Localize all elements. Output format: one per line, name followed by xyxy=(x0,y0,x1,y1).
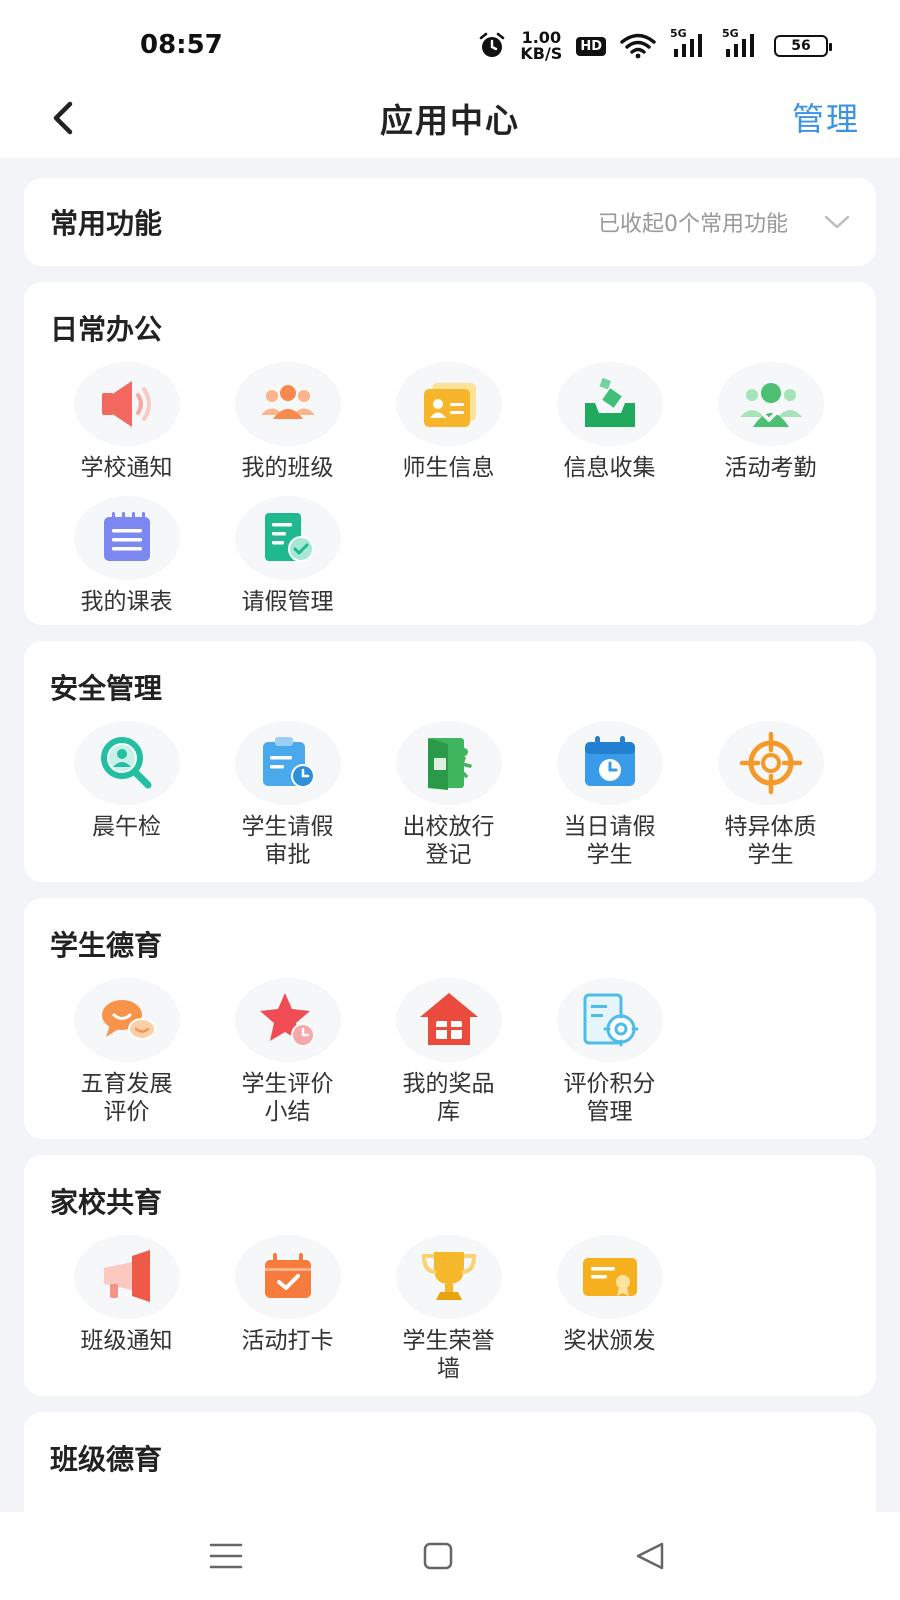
content-area[interactable]: 常用功能 已收起0个常用功能 日常办公 学校通知 我的班级 师生信息 信息收集 … xyxy=(24,178,876,1512)
app-my-prize-library[interactable]: 我的奖品 库 xyxy=(368,978,529,1126)
school-exit-icon xyxy=(427,738,472,790)
app-award-certificate[interactable]: 奖状颁发 xyxy=(529,1235,690,1383)
clipboard-clock-icon xyxy=(262,737,315,788)
app-label: 活动打卡 xyxy=(241,1328,334,1354)
page-title: 应用中心 xyxy=(380,101,520,140)
manage-button[interactable]: 管理 xyxy=(792,94,860,140)
app-label: 当日请假 学生 xyxy=(563,814,656,868)
favorites-card[interactable]: 常用功能 已收起0个常用功能 xyxy=(24,178,876,266)
favorites-title: 常用功能 xyxy=(50,207,163,240)
app-exit-registration[interactable]: 出校放行 登记 xyxy=(368,721,529,869)
leave-doc-icon xyxy=(264,513,314,562)
app-info-collect[interactable]: 信息收集 xyxy=(529,362,690,482)
wifi-icon xyxy=(620,33,656,59)
section-title: 学生德育 xyxy=(50,929,163,962)
app-label: 我的奖品 库 xyxy=(402,1071,495,1125)
section-safety-management: 安全管理 晨午检 学生请假 审批 出校放行 登记 当日请假 学生 特异体质 学生 xyxy=(24,641,876,882)
alarm-icon xyxy=(478,32,506,60)
menu-button[interactable] xyxy=(208,1538,248,1574)
section-home-school: 家校共育 班级通知 活动打卡 学生荣誉 墙 奖状颁发 xyxy=(24,1155,876,1396)
app-label: 特异体质 学生 xyxy=(724,814,817,868)
app-label: 我的课表 xyxy=(80,589,173,615)
app-label: 我的班级 xyxy=(241,455,334,481)
section-title: 安全管理 xyxy=(50,672,163,705)
attendance-icon xyxy=(739,383,802,427)
section-class-moral: 班级德育 xyxy=(24,1412,876,1512)
group-icon xyxy=(260,385,315,419)
app-activity-attendance[interactable]: 活动考勤 xyxy=(690,362,851,482)
app-label: 五育发展 评价 xyxy=(80,1071,173,1125)
app-label: 评价积分 管理 xyxy=(563,1071,656,1125)
home-square-icon xyxy=(423,1542,453,1570)
app-label: 晨午检 xyxy=(92,814,161,840)
id-card-icon xyxy=(423,383,476,427)
gift-house-icon xyxy=(419,993,478,1045)
chat-bubbles-icon xyxy=(101,1000,156,1040)
trophy-icon xyxy=(421,1252,476,1300)
app-label: 学生评价 小结 xyxy=(241,1071,334,1125)
app-leave-management[interactable]: 请假管理 xyxy=(207,496,368,616)
certificate-icon xyxy=(582,1258,637,1296)
app-my-timetable[interactable]: 我的课表 xyxy=(46,496,207,616)
app-label: 出校放行 登记 xyxy=(402,814,495,868)
app-label: 信息收集 xyxy=(563,455,656,481)
app-label: 请假管理 xyxy=(241,589,334,615)
app-label: 学校通知 xyxy=(80,455,173,481)
app-label: 奖状颁发 xyxy=(563,1328,656,1354)
net-label-1: 5G xyxy=(670,27,687,40)
app-student-leave-approval[interactable]: 学生请假 审批 xyxy=(207,721,368,869)
favorites-hint: 已收起0个常用功能 xyxy=(598,212,788,237)
app-special-constitution[interactable]: 特异体质 学生 xyxy=(690,721,851,869)
app-label: 师生信息 xyxy=(402,455,495,481)
app-label: 学生请假 审批 xyxy=(241,814,334,868)
app-label: 活动考勤 xyxy=(724,455,817,481)
hd-badge: HD xyxy=(576,36,606,56)
app-five-education-eval[interactable]: 五育发展 评价 xyxy=(46,978,207,1126)
gear-doc-icon xyxy=(583,993,638,1047)
net-label-2: 5G xyxy=(722,27,739,40)
menu-icon xyxy=(209,1543,243,1569)
section-title: 家校共育 xyxy=(50,1186,163,1219)
section-title: 班级德育 xyxy=(50,1443,163,1476)
speaker-icon xyxy=(101,381,151,427)
megaphone-icon xyxy=(103,1250,150,1302)
calendar-check-icon xyxy=(264,1253,311,1298)
section-title: 日常办公 xyxy=(50,313,163,346)
battery-indicator: 56 xyxy=(774,35,832,57)
magnifier-user-icon xyxy=(100,737,151,789)
network-speed: 1.00 KB/S xyxy=(520,30,562,62)
app-teacher-student-info[interactable]: 师生信息 xyxy=(368,362,529,482)
app-label: 学生荣誉 墙 xyxy=(402,1328,495,1382)
app-today-leave-students[interactable]: 当日请假 学生 xyxy=(529,721,690,869)
app-morning-check[interactable]: 晨午检 xyxy=(46,721,207,869)
nav-bar: 应用中心 管理 xyxy=(0,80,900,158)
app-label: 班级通知 xyxy=(80,1328,173,1354)
system-nav-bar xyxy=(0,1512,900,1600)
section-daily-office: 日常办公 学校通知 我的班级 师生信息 信息收集 活动考勤 我的课表 请假管理 xyxy=(24,282,876,625)
signal-5g-icon-1: 5G xyxy=(670,27,708,59)
app-eval-points-management[interactable]: 评价积分 管理 xyxy=(529,978,690,1126)
app-school-notice[interactable]: 学校通知 xyxy=(46,362,207,482)
status-time: 08:57 xyxy=(140,30,223,60)
triangle-back-icon xyxy=(636,1542,664,1570)
chevron-down-icon[interactable] xyxy=(824,214,850,230)
target-icon xyxy=(739,731,802,795)
app-activity-checkin[interactable]: 活动打卡 xyxy=(207,1235,368,1383)
collect-box-icon xyxy=(584,377,635,427)
signal-5g-icon-2: 5G xyxy=(722,27,760,59)
app-honor-wall[interactable]: 学生荣誉 墙 xyxy=(368,1235,529,1383)
app-student-eval-summary[interactable]: 学生评价 小结 xyxy=(207,978,368,1126)
app-class-notice[interactable]: 班级通知 xyxy=(46,1235,207,1383)
star-clock-icon xyxy=(259,993,315,1047)
app-my-class[interactable]: 我的班级 xyxy=(207,362,368,482)
status-icons: 1.00 KB/S HD 5G 5G 56 xyxy=(478,27,832,64)
back-system-button[interactable] xyxy=(632,1538,672,1574)
speed-unit: KB/S xyxy=(520,44,563,63)
section-student-moral: 学生德育 五育发展 评价 学生评价 小结 我的奖品 库 评价积分 管理 xyxy=(24,898,876,1139)
status-bar: 08:57 1.00 KB/S HD 5G 5G 56 xyxy=(0,0,900,80)
home-button[interactable] xyxy=(420,1538,460,1574)
timetable-icon xyxy=(103,512,150,561)
calendar-clock-icon xyxy=(584,736,635,786)
